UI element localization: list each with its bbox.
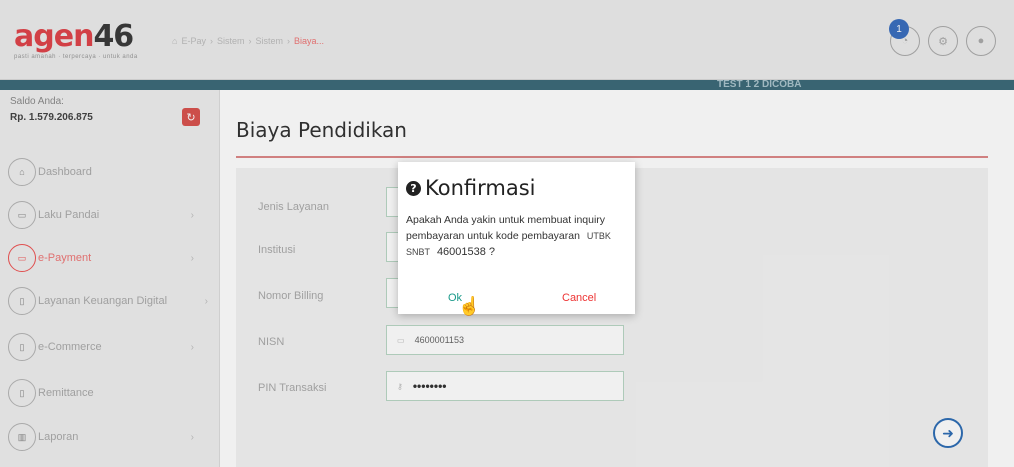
confirmation-dialog: ? Konfirmasi Apakah Anda yakin untuk mem… bbox=[398, 162, 635, 316]
cancel-button[interactable]: Cancel bbox=[562, 292, 596, 304]
dialog-title: ? Konfirmasi bbox=[406, 176, 535, 200]
payment-code-number: 46001538 ? bbox=[436, 246, 496, 258]
dialog-title-text: Konfirmasi bbox=[425, 176, 536, 200]
dialog-message: Apakah Anda yakin untuk membuat inquiry … bbox=[406, 212, 628, 260]
dialog-message-text: Apakah Anda yakin untuk membuat inquiry … bbox=[406, 214, 606, 242]
question-icon: ? bbox=[406, 180, 421, 196]
hand-cursor-icon: ☝ bbox=[458, 296, 481, 316]
